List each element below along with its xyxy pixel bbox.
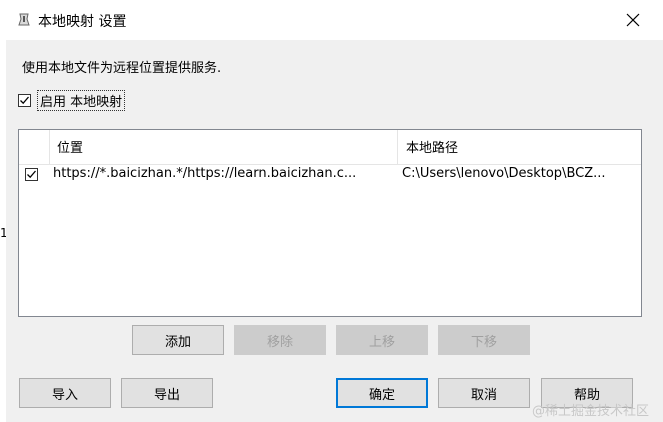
- column-header-local-path[interactable]: 本地路径: [398, 130, 641, 164]
- description-text: 使用本地文件为远程位置提供服务.: [22, 61, 222, 76]
- cancel-button[interactable]: 取消: [438, 378, 530, 408]
- remove-button[interactable]: 移除: [234, 325, 326, 355]
- row-location: https://*.baicizhan.*/https://learn.baic…: [53, 166, 357, 181]
- title-bar: 本地映射 设置: [6, 0, 663, 40]
- local-mapping-dialog: 本地映射 设置 使用本地文件为远程位置提供服务. 启用 本地映射 位置 本地路径: [6, 0, 663, 422]
- enable-mapping-label: 启用 本地映射: [37, 90, 126, 111]
- check-icon: [20, 96, 29, 105]
- app-icon: [16, 12, 32, 28]
- row-local-path: C:\Users\lenovo\Desktop\BCZ...: [402, 166, 606, 181]
- column-header-location[interactable]: 位置: [49, 130, 398, 164]
- enable-mapping-checkbox[interactable]: 启用 本地映射: [18, 90, 126, 111]
- close-button[interactable]: [621, 8, 645, 32]
- close-icon: [626, 13, 640, 27]
- table-row[interactable]: https://*.baicizhan.*/https://learn.baic…: [19, 164, 641, 186]
- dialog-title: 本地映射 设置: [38, 14, 127, 30]
- enable-checkbox-box[interactable]: [18, 94, 31, 107]
- check-icon: [27, 170, 36, 179]
- row-checkbox[interactable]: [25, 168, 38, 181]
- move-down-button[interactable]: 下移: [438, 325, 530, 355]
- header-check-column[interactable]: [19, 130, 50, 164]
- add-button[interactable]: 添加: [132, 325, 224, 355]
- export-button[interactable]: 导出: [121, 378, 213, 408]
- list-header: 位置 本地路径: [19, 130, 641, 165]
- watermark: @稀土掘金技术社区: [532, 404, 650, 419]
- import-button[interactable]: 导入: [19, 378, 111, 408]
- move-up-button[interactable]: 上移: [336, 325, 428, 355]
- ok-button[interactable]: 确定: [336, 378, 428, 408]
- mapping-list[interactable]: 位置 本地路径 https://*.baicizhan.*/https://le…: [18, 129, 642, 317]
